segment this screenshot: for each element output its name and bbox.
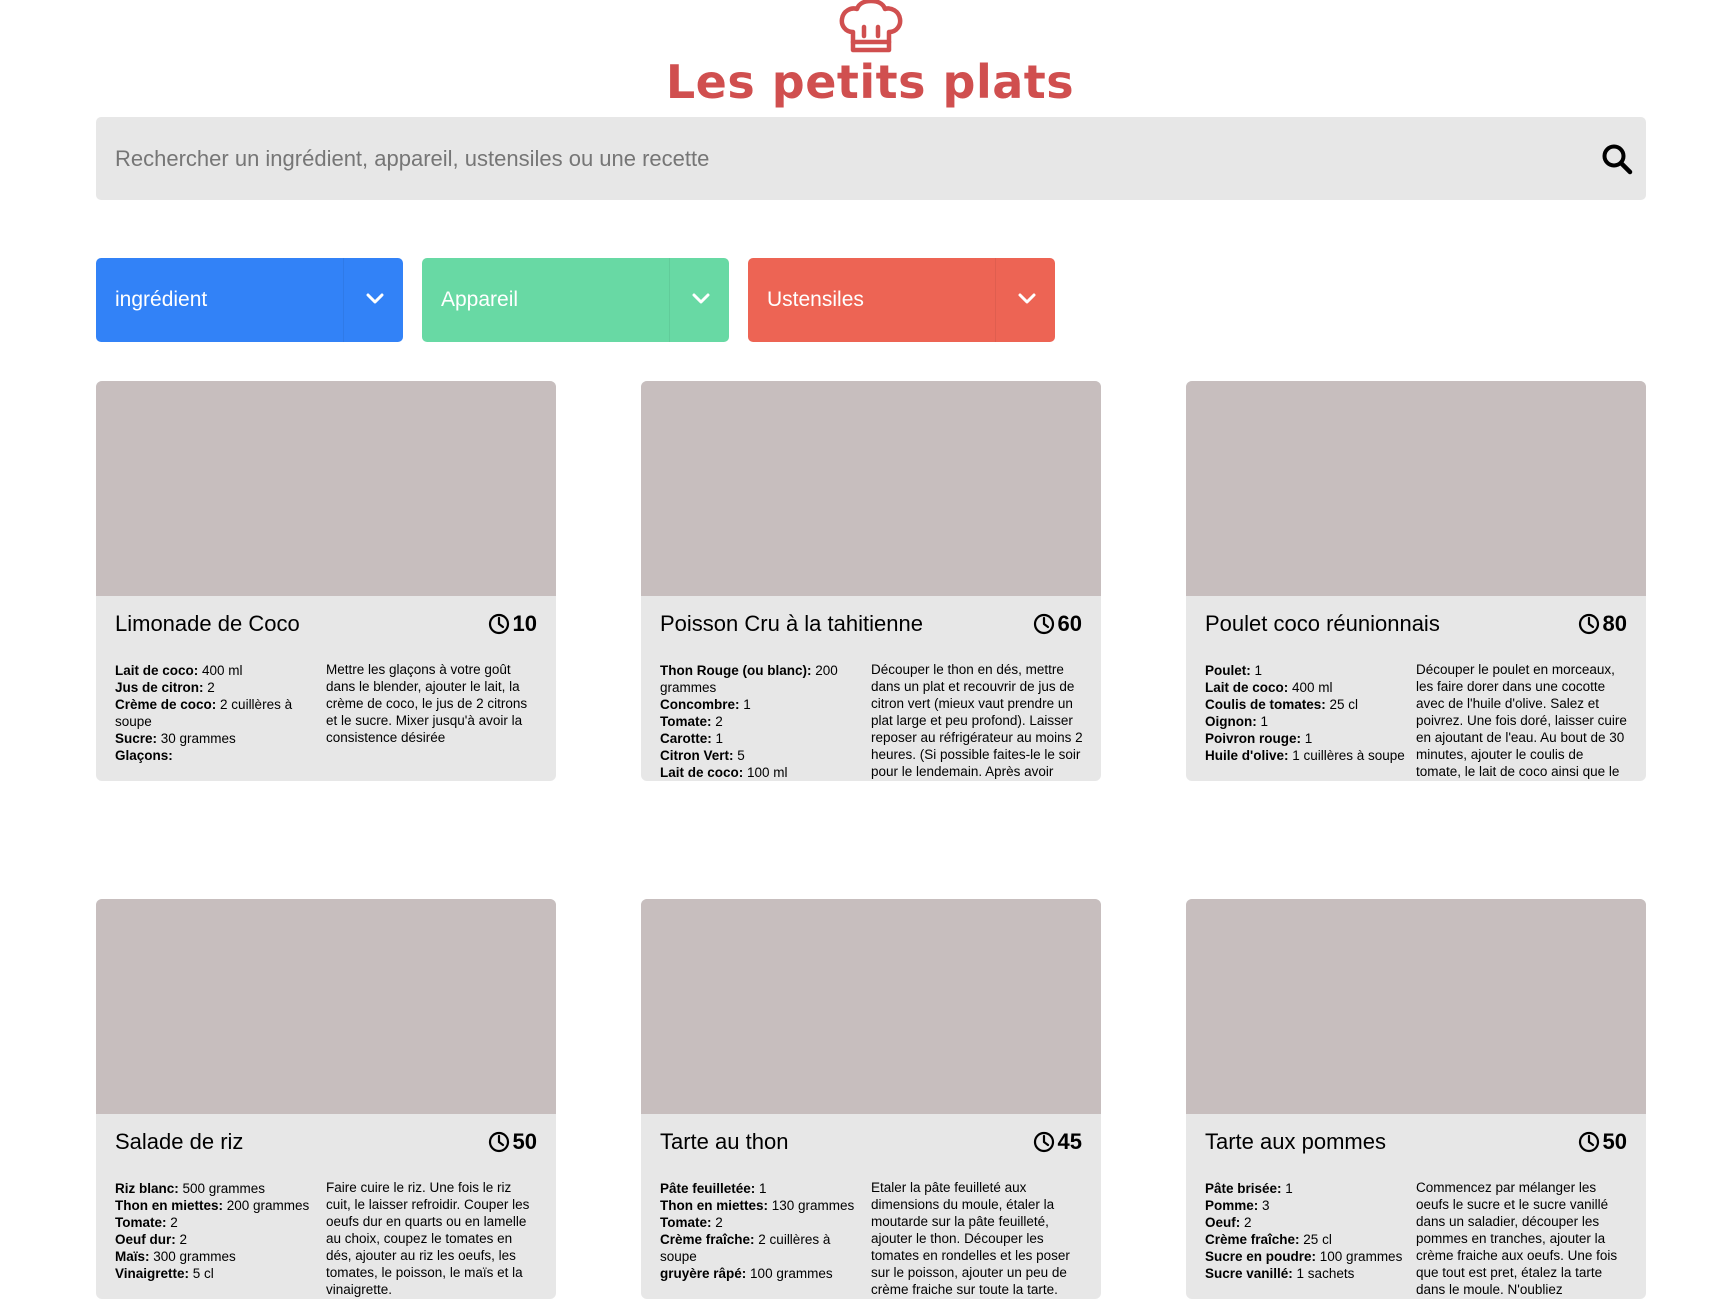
search-button[interactable]: [1588, 117, 1646, 200]
recipe-image: [1186, 899, 1646, 1114]
ingredient-item: Poivron rouge: 1: [1205, 731, 1313, 746]
recipe-image: [641, 381, 1101, 596]
ingredient-item: Crème fraîche: 25 cl: [1205, 1232, 1332, 1247]
ingredient-item: Thon Rouge (ou blanc): 200 grammes: [660, 663, 838, 695]
ingredient-item: Crème fraîche: 2 cuillères à soupe: [660, 1232, 831, 1264]
ingredient-item: Coulis de tomates: 25 cl: [1205, 697, 1359, 712]
chef-hat-icon: [839, 0, 903, 53]
search-icon: [1602, 144, 1633, 174]
filter-appareil-dropdown[interactable]: Appareil: [422, 258, 729, 342]
ingredient-item: Concombre: 1: [660, 697, 751, 712]
ingredient-item: Tomate: 2: [660, 1215, 723, 1230]
ingredient-item: Pomme: 3: [1205, 1198, 1270, 1213]
ingredient-item: Oignon: 1: [1205, 714, 1269, 729]
chevron-down-icon: [692, 293, 710, 304]
recipe-image: [96, 899, 556, 1114]
ingredient-item: Oeuf: 2: [1205, 1215, 1252, 1230]
chevron-down-icon: [366, 293, 384, 304]
recipe-time: 45: [1033, 1129, 1082, 1155]
recipe-time-value: 50: [512, 1129, 537, 1154]
recipe-description: Faire cuire le riz. Une fois le riz cuit…: [326, 1180, 530, 1297]
recipe-description: Découper le thon en dés, mettre dans un …: [871, 662, 1083, 779]
recipe-card[interactable]: Poulet coco réunionnais 80 Poulet: 1 Lait d…: [1186, 381, 1646, 781]
filter-label: Appareil: [441, 288, 519, 311]
filter-ingredient-dropdown[interactable]: ingrédient: [96, 258, 403, 342]
recipe-time-value: 50: [1602, 1129, 1627, 1154]
ingredient-list: Thon Rouge (ou blanc): 200 grammes Concom…: [660, 662, 860, 781]
ingredient-list: Pâte feuilletée: 1 Thon en miettes: 130 g…: [660, 1180, 860, 1299]
recipe-title: Poulet coco réunionnais: [1205, 611, 1440, 636]
ingredient-item: Pâte feuilletée: 1: [660, 1181, 767, 1196]
filter-label: ingrédient: [115, 288, 208, 311]
recipe-time: 60: [1033, 611, 1082, 637]
clock-icon: [1578, 1131, 1599, 1153]
ingredient-item: gruyère râpé: 100 grammes: [660, 1266, 833, 1281]
ingredient-item: Poulet: 1: [1205, 663, 1263, 678]
recipe-description: Etaler la pâte feuilleté aux dimensions …: [871, 1180, 1070, 1297]
recipe-time: 50: [488, 1129, 537, 1155]
ingredient-item: Carotte: 1: [660, 731, 724, 746]
recipe-time-value: 80: [1602, 611, 1627, 636]
ingredient-item: Huile d'olive: 1 cuillères à soupe: [1205, 748, 1405, 763]
ingredient-item: Lait de coco: 100 ml: [660, 765, 788, 780]
recipe-card[interactable]: Limonade de Coco 10 Lait de coco: 400 ml Ju…: [96, 381, 556, 781]
chevron-down-icon: [1018, 293, 1036, 304]
recipe-card[interactable]: Tarte au thon 45 Pâte feuilletée: 1 Thon en…: [641, 899, 1101, 1299]
ingredient-item: Pâte brisée: 1: [1205, 1181, 1293, 1196]
recipe-image: [96, 381, 556, 596]
clock-icon: [1033, 613, 1054, 635]
recipe-time-value: 60: [1057, 611, 1082, 636]
ingredient-item: Glaçons:: [115, 748, 173, 763]
recipe-card[interactable]: Tarte aux pommes 50 Pâte brisée: 1 Pomme: 3…: [1186, 899, 1646, 1299]
search-bar: [96, 117, 1646, 200]
recipe-description: Mettre les glaçons à votre goût dans le …: [326, 662, 528, 745]
ingredient-item: Thon en miettes: 200 grammes: [115, 1198, 310, 1213]
recipe-title: Tarte aux pommes: [1205, 1129, 1386, 1154]
ingredient-item: Sucre: 30 grammes: [115, 731, 236, 746]
recipe-title: Limonade de Coco: [115, 611, 300, 636]
recipe-time-value: 45: [1057, 1129, 1082, 1154]
ingredient-item: Vinaigrette: 5 cl: [115, 1266, 214, 1281]
ingredient-list: Pâte brisée: 1 Pomme: 3 Oeuf: 2 Crème fraîc…: [1205, 1180, 1405, 1299]
clock-icon: [1033, 1131, 1054, 1153]
search-input[interactable]: [96, 117, 1576, 200]
recipe-card[interactable]: Poisson Cru à la tahitienne 60 Thon Rouge …: [641, 381, 1101, 781]
ingredient-item: Lait de coco: 400 ml: [115, 663, 243, 678]
ingredient-item: Tomate: 2: [115, 1215, 178, 1230]
ingredient-item: Sucre vanillé: 1 sachets: [1205, 1266, 1355, 1281]
recipe-time: 10: [488, 611, 537, 637]
ingredient-list: Lait de coco: 400 ml Jus de citron: 2 Crèm…: [115, 662, 315, 781]
recipe-image: [641, 899, 1101, 1114]
ingredient-item: Tomate: 2: [660, 714, 723, 729]
ingredient-item: Lait de coco: 400 ml: [1205, 680, 1333, 695]
recipe-image: [1186, 381, 1646, 596]
ingredient-item: Sucre en poudre: 100 grammes: [1205, 1249, 1403, 1264]
ingredient-list: Poulet: 1 Lait de coco: 400 ml Coulis de t…: [1205, 662, 1405, 781]
recipe-card[interactable]: Salade de riz 50 Riz blanc: 500 grammes Tho…: [96, 899, 556, 1299]
clock-icon: [488, 1131, 509, 1153]
recipe-title: Poisson Cru à la tahitienne: [660, 611, 923, 636]
recipe-time-value: 10: [512, 611, 537, 636]
ingredient-item: Crème de coco: 2 cuillères à soupe: [115, 697, 293, 729]
ingredient-item: Citron Vert: 5: [660, 748, 745, 763]
ingredient-item: Maïs: 300 grammes: [115, 1249, 236, 1264]
recipe-title: Salade de riz: [115, 1129, 244, 1154]
page-title: Les petits plats: [665, 55, 1075, 109]
recipe-title: Tarte au thon: [660, 1129, 789, 1154]
recipe-description: Commencez par mélanger les oeufs le sucr…: [1416, 1180, 1618, 1297]
ingredient-item: Jus de citron: 2: [115, 680, 215, 695]
ingredient-item: Thon en miettes: 130 grammes: [660, 1198, 855, 1213]
recipe-description: Découper le poulet en morceaux, les fair…: [1416, 662, 1627, 779]
clock-icon: [1578, 613, 1599, 635]
filter-label: Ustensiles: [767, 288, 864, 311]
ingredient-list: Riz blanc: 500 grammes Thon en miettes: 2…: [115, 1180, 315, 1299]
recipe-time: 80: [1578, 611, 1627, 637]
clock-icon: [488, 613, 509, 635]
filter-ustensiles-dropdown[interactable]: Ustensiles: [748, 258, 1055, 342]
ingredient-item: Riz blanc: 500 grammes: [115, 1181, 266, 1196]
recipe-time: 50: [1578, 1129, 1627, 1155]
ingredient-item: Oeuf dur: 2: [115, 1232, 188, 1247]
